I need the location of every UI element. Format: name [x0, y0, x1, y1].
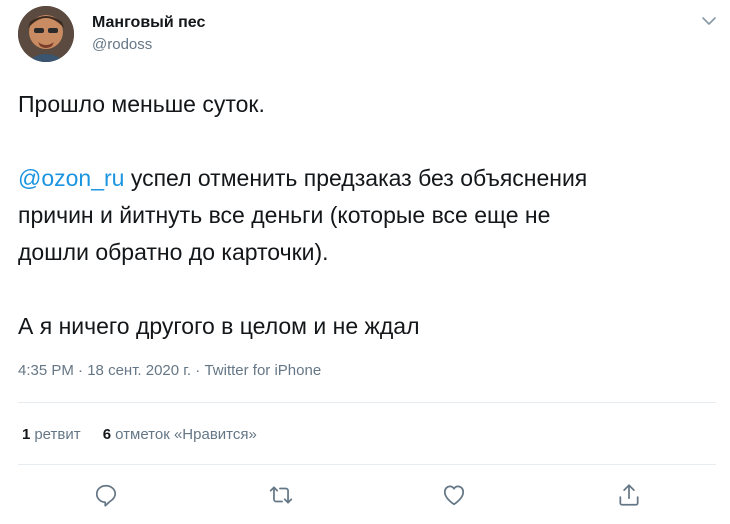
likes-count: 6 — [102, 426, 112, 443]
tweet-time[interactable]: 4:35 PM — [18, 362, 74, 379]
chevron-down-icon[interactable] — [700, 12, 718, 30]
tweet-line: А я ничего другого в целом и не ждал — [18, 313, 420, 339]
user-handle[interactable]: @rodoss — [92, 35, 205, 55]
tweet-actions — [0, 482, 730, 510]
share-icon[interactable] — [616, 482, 642, 508]
likes-stat[interactable]: 6 отметок «Нравится» — [103, 426, 257, 443]
divider — [18, 464, 716, 465]
meta-separator: · — [73, 362, 88, 379]
tweet-stats: 1 ретвит 6 отметок «Нравится» — [22, 426, 275, 443]
tweet-source[interactable]: Twitter for iPhone — [204, 362, 321, 379]
likes-label: отметок «Нравится» — [115, 426, 257, 443]
tweet-text: Прошло меньше суток. @ozon_ru успел отме… — [18, 86, 718, 345]
tweet-line: причин и йитнуть все деньги (которые все… — [18, 202, 551, 228]
retweets-count: 1 — [22, 426, 31, 443]
tweet-line-text: успел отменить предзаказ без объяснения — [124, 165, 588, 191]
tweet-line: Прошло меньше суток. — [18, 91, 265, 117]
heart-icon[interactable] — [441, 482, 467, 508]
avatar[interactable] — [18, 6, 74, 62]
avatar-image — [18, 6, 74, 62]
display-name[interactable]: Манговый пес — [92, 13, 205, 33]
user-names: Манговый пес @rodoss — [92, 13, 205, 55]
mention-link[interactable]: @ozon_ru — [18, 165, 124, 191]
tweet-line: @ozon_ru успел отменить предзаказ без об… — [18, 160, 718, 197]
reply-icon[interactable] — [93, 482, 119, 508]
retweets-label: ретвит — [34, 426, 81, 443]
retweet-icon[interactable] — [268, 482, 294, 508]
tweet-header: Манговый пес @rodoss — [18, 6, 718, 62]
retweets-stat[interactable]: 1 ретвит — [22, 426, 81, 443]
tweet-date[interactable]: 18 сент. 2020 г. — [87, 362, 191, 379]
tweet-line: дошли обратно до карточки). — [18, 239, 329, 265]
meta-separator: · — [191, 362, 205, 379]
divider — [18, 402, 716, 403]
tweet-meta: 4:35 PM · 18 сент. 2020 г. · Twitter for… — [18, 362, 321, 379]
